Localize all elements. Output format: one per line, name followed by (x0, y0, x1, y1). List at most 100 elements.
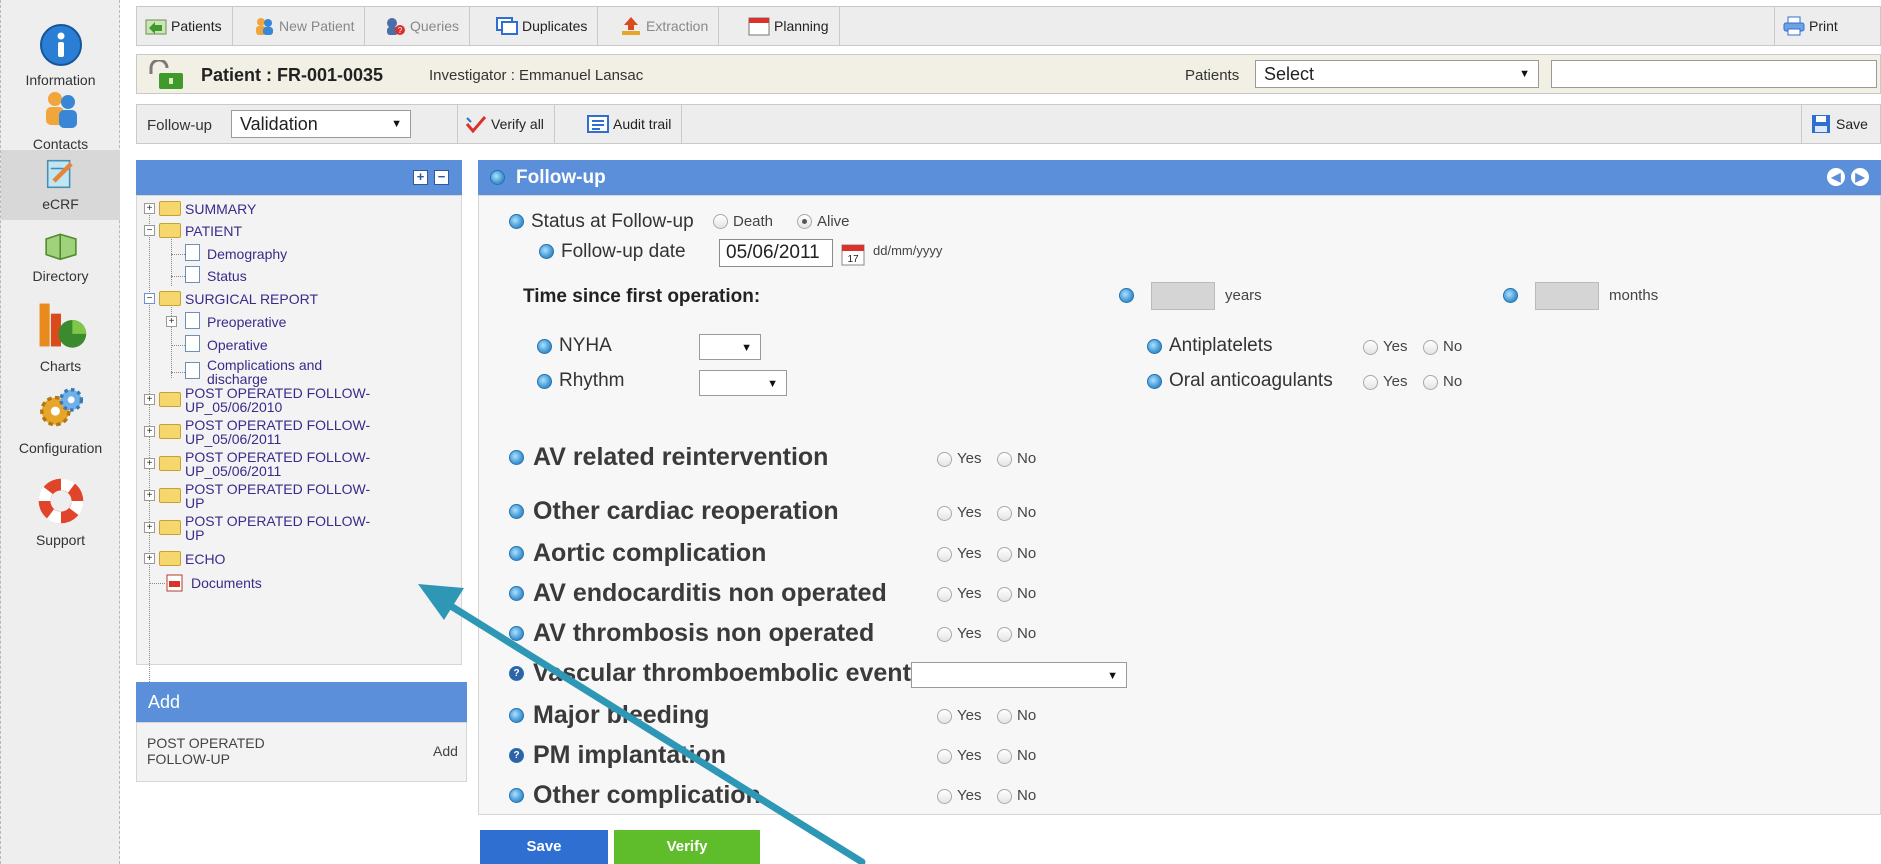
duplicates-button[interactable]: Duplicates (488, 7, 599, 45)
cardiac-reoperation-label: Other cardiac reoperation (533, 497, 839, 525)
expand-all-icon[interactable]: + (413, 170, 428, 185)
status-alive-label: Alive (817, 213, 850, 230)
major-bleeding-no-radio[interactable] (997, 709, 1012, 724)
tree-toggle[interactable]: + (144, 553, 155, 564)
tree-node-echo[interactable]: ECHO (185, 552, 225, 566)
cardiac-reoperation-no-radio[interactable] (997, 506, 1012, 521)
pm-implantation-no-radio[interactable] (997, 749, 1012, 764)
anticoagulants-no-radio[interactable] (1423, 375, 1438, 390)
rhythm-select[interactable]: ▼ (699, 370, 787, 396)
help-icon[interactable]: ? (509, 666, 524, 681)
tree-toggle[interactable]: + (144, 522, 155, 533)
other-complication-yes-radio[interactable] (937, 789, 952, 804)
tree-toggle[interactable]: − (144, 293, 155, 304)
yes-label: Yes (957, 585, 982, 602)
tree-toggle[interactable]: + (144, 203, 155, 214)
patients-select[interactable]: Select ▼ (1255, 60, 1539, 88)
tree-toggle[interactable]: + (144, 394, 155, 405)
tree-node-demography[interactable]: Demography (207, 247, 287, 261)
patient-search-input[interactable] (1551, 60, 1877, 88)
patients-button[interactable]: Patients (137, 7, 233, 45)
sidebar-item-directory[interactable]: Directory (1, 228, 120, 284)
help-icon[interactable]: ? (509, 748, 524, 763)
aortic-complication-yes-radio[interactable] (937, 547, 952, 562)
info-icon (39, 24, 82, 66)
sidebar-item-contacts[interactable]: Contacts (1, 86, 120, 152)
antiplatelets-yes-radio[interactable] (1363, 340, 1378, 355)
sidebar-item-support[interactable]: Support (1, 474, 120, 548)
planning-button[interactable]: Planning (740, 7, 840, 45)
save-toolbar-button[interactable]: Save (1801, 105, 1878, 143)
next-icon[interactable]: ▶ (1851, 168, 1869, 186)
cardiac-reoperation-yes-radio[interactable] (937, 506, 952, 521)
tree-node-patient[interactable]: PATIENT (185, 224, 242, 238)
tree-node-operative[interactable]: Operative (207, 338, 268, 352)
status-death-radio[interactable] (713, 214, 728, 229)
sidebar-item-information[interactable]: Information (1, 22, 120, 88)
sidebar-item-charts[interactable]: Charts (1, 296, 120, 374)
other-complication-no-radio[interactable] (997, 789, 1012, 804)
tree-toggle[interactable]: + (144, 426, 155, 437)
followup-date-input[interactable]: 05/06/2011 (719, 239, 833, 267)
verify-button[interactable]: Verify (614, 830, 760, 864)
tree-toggle[interactable]: − (144, 225, 155, 236)
field-bullet-icon (1119, 288, 1134, 303)
tree-node-complications[interactable]: Complications and (207, 358, 322, 372)
av-reintervention-no-radio[interactable] (997, 452, 1012, 467)
av-thrombosis-no-radio[interactable] (997, 627, 1012, 642)
print-button[interactable]: Print (1774, 7, 1848, 45)
antiplatelets-no-radio[interactable] (1423, 340, 1438, 355)
anticoagulants-yes-radio[interactable] (1363, 375, 1378, 390)
status-alive-radio[interactable] (797, 214, 812, 229)
save-button[interactable]: Save (480, 830, 608, 864)
tree-node-followup-up[interactable]: POST OPERATED FOLLOW- (185, 482, 370, 496)
pm-implantation-yes-radio[interactable] (937, 749, 952, 764)
tree-node-preoperative[interactable]: Preoperative (207, 315, 286, 329)
add-followup-link[interactable]: Add (433, 743, 458, 759)
folder-open-icon (159, 291, 181, 306)
years-input[interactable] (1151, 282, 1215, 310)
aortic-complication-label: Aortic complication (533, 539, 767, 567)
tree-node-followup-2010[interactable]: POST OPERATED FOLLOW- (185, 386, 370, 400)
av-thrombosis-yes-radio[interactable] (937, 627, 952, 642)
previous-icon[interactable]: ◀ (1827, 168, 1845, 186)
tree-node-followup-2011-line2: UP_05/06/2011 (185, 431, 282, 447)
verify-all-button[interactable]: Verify all (457, 105, 555, 143)
tree-node-surgical-report[interactable]: SURGICAL REPORT (185, 292, 318, 306)
page-icon (185, 244, 200, 261)
tree-node-followup-up-2[interactable]: POST OPERATED FOLLOW- (185, 514, 370, 528)
nyha-select[interactable]: ▼ (699, 334, 761, 360)
collapse-all-icon[interactable]: − (434, 170, 449, 185)
tree-node-documents[interactable]: Documents (191, 576, 262, 590)
status-label: Status at Follow-up (531, 211, 694, 232)
no-label: No (1017, 504, 1037, 521)
tree-node-status[interactable]: Status (207, 269, 247, 283)
extraction-button[interactable]: Extraction (612, 7, 720, 45)
tree-toggle[interactable]: + (166, 316, 177, 327)
av-endocarditis-yes-radio[interactable] (937, 587, 952, 602)
av-endocarditis-no-radio[interactable] (997, 587, 1012, 602)
av-endocarditis-label: AV endocarditis non operated (533, 579, 887, 607)
av-reintervention-yes-radio[interactable] (937, 452, 952, 467)
patient-id: Patient : FR-001-0035 (201, 65, 384, 85)
contacts-icon (45, 92, 77, 128)
tree-node-followup-2011[interactable]: POST OPERATED FOLLOW- (185, 418, 370, 432)
sidebar-item-configuration[interactable]: Configuration (1, 384, 120, 456)
tree-node-followup-2011b[interactable]: POST OPERATED FOLLOW- (185, 450, 370, 464)
calendar-icon[interactable]: 17 (841, 242, 865, 266)
audit-trail-button[interactable]: Audit trail (579, 105, 683, 143)
save-icon (1812, 115, 1830, 133)
svg-text:17: 17 (847, 254, 859, 265)
followup-select[interactable]: Validation ▼ (231, 110, 411, 138)
tree-toggle[interactable]: + (144, 458, 155, 469)
tree-toggle[interactable]: + (144, 490, 155, 501)
aortic-complication-no-radio[interactable] (997, 547, 1012, 562)
main-toolbar: Patients New Patient ? Queries Duplicate… (136, 6, 1881, 46)
tree-node-summary[interactable]: SUMMARY (185, 202, 256, 216)
months-input[interactable] (1535, 282, 1599, 310)
vascular-event-select[interactable]: ▼ (911, 662, 1127, 688)
queries-button[interactable]: ? Queries (376, 7, 471, 45)
major-bleeding-yes-radio[interactable] (937, 709, 952, 724)
new-patient-button[interactable]: New Patient (245, 7, 366, 45)
sidebar-item-ecrf[interactable]: eCRF (1, 150, 120, 220)
